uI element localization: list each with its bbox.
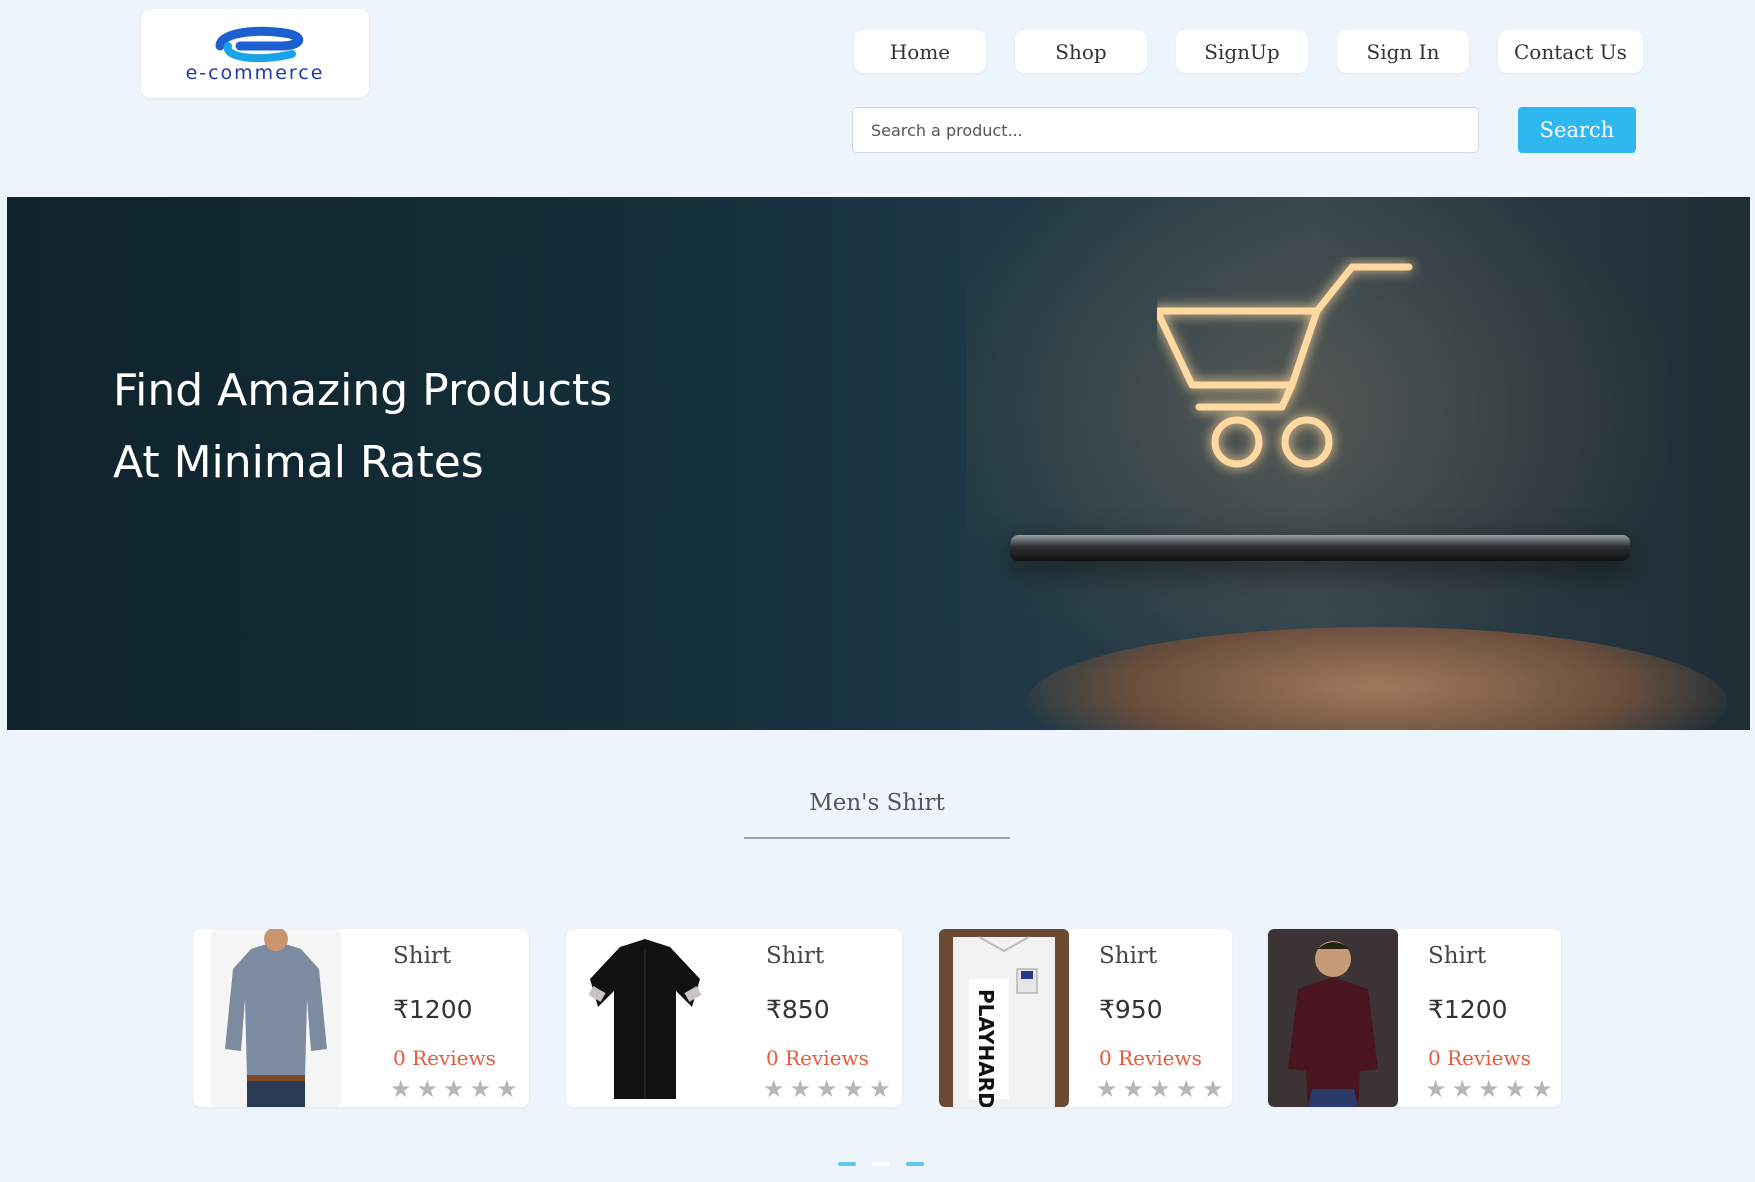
product-name[interactable]: Shirt xyxy=(1428,943,1486,969)
nav-contact-button[interactable]: Contact Us xyxy=(1498,30,1643,73)
hero-headline-line1: Find Amazing Products xyxy=(113,365,613,416)
product-card[interactable]: Shirt ₹1200 0 Reviews ★ ★ ★ ★ ★ xyxy=(1268,929,1561,1107)
section-title: Men's Shirt xyxy=(809,790,945,816)
section-underline xyxy=(744,837,1010,839)
product-image[interactable] xyxy=(1268,929,1398,1107)
hero-headline-line2: At Minimal Rates xyxy=(113,437,484,488)
product-image[interactable] xyxy=(211,929,341,1107)
star-icon: ★ xyxy=(1202,1075,1224,1103)
nav-shop-button[interactable]: Shop xyxy=(1015,30,1147,73)
star-icon: ★ xyxy=(1531,1075,1553,1103)
hero-banner: Find Amazing Products At Minimal Rates xyxy=(7,197,1750,730)
product-card[interactable]: Shirt ₹1200 0 Reviews ★ ★ ★ ★ ★ xyxy=(193,929,529,1107)
rating-stars: ★ ★ ★ ★ ★ xyxy=(1096,1077,1224,1101)
hero-headline: Find Amazing Products At Minimal Rates xyxy=(113,355,612,499)
logo[interactable]: e-commerce xyxy=(141,9,369,98)
main-nav: Home Shop SignUp Sign In Contact Us xyxy=(854,30,1643,73)
product-name[interactable]: Shirt xyxy=(1099,943,1157,969)
logo-mark xyxy=(215,26,304,62)
star-icon: ★ xyxy=(869,1075,891,1103)
svg-text:PLAYHARD: PLAYHARD xyxy=(974,989,998,1107)
product-reviews[interactable]: 0 Reviews xyxy=(1428,1046,1531,1070)
nav-home-button[interactable]: Home xyxy=(854,30,986,73)
carousel-dots xyxy=(838,1162,924,1166)
product-image[interactable] xyxy=(580,929,710,1107)
logo-text: e-commerce xyxy=(185,61,325,84)
star-icon: ★ xyxy=(1425,1075,1447,1103)
product-name[interactable]: Shirt xyxy=(393,943,451,969)
product-price: ₹1200 xyxy=(393,995,473,1024)
carousel-dot-1[interactable] xyxy=(838,1162,856,1166)
star-icon: ★ xyxy=(842,1075,865,1103)
star-icon: ★ xyxy=(1096,1075,1118,1103)
carousel-dot-3[interactable] xyxy=(906,1162,924,1166)
product-price: ₹950 xyxy=(1099,995,1163,1024)
rating-stars: ★ ★ ★ ★ ★ xyxy=(763,1077,891,1101)
product-card[interactable]: PLAYHARD Shirt ₹950 0 Reviews ★ ★ ★ ★ ★ xyxy=(939,929,1232,1107)
star-icon: ★ xyxy=(763,1075,785,1103)
star-icon: ★ xyxy=(789,1075,812,1103)
nav-signup-button[interactable]: SignUp xyxy=(1176,30,1308,73)
star-icon: ★ xyxy=(1451,1075,1474,1103)
product-reviews[interactable]: 0 Reviews xyxy=(393,1046,496,1070)
star-icon: ★ xyxy=(416,1075,439,1103)
star-icon: ★ xyxy=(469,1075,492,1103)
search-input[interactable] xyxy=(852,107,1479,153)
product-name[interactable]: Shirt xyxy=(766,943,824,969)
product-reviews[interactable]: 0 Reviews xyxy=(1099,1046,1202,1070)
product-reviews[interactable]: 0 Reviews xyxy=(766,1046,869,1070)
search-button[interactable]: Search xyxy=(1518,107,1636,153)
star-icon: ★ xyxy=(1478,1075,1500,1103)
star-icon: ★ xyxy=(390,1075,412,1103)
star-icon: ★ xyxy=(443,1075,465,1103)
star-icon: ★ xyxy=(1149,1075,1171,1103)
rating-stars: ★ ★ ★ ★ ★ xyxy=(390,1077,518,1101)
nav-signin-button[interactable]: Sign In xyxy=(1337,30,1469,73)
carousel-dot-2[interactable] xyxy=(872,1162,890,1166)
star-icon: ★ xyxy=(1122,1075,1145,1103)
product-image[interactable]: PLAYHARD xyxy=(939,929,1069,1107)
hero-tablet-image xyxy=(1009,535,1631,561)
product-price: ₹850 xyxy=(766,995,830,1024)
star-icon: ★ xyxy=(816,1075,838,1103)
rating-stars: ★ ★ ★ ★ ★ xyxy=(1425,1077,1553,1101)
star-icon: ★ xyxy=(496,1075,518,1103)
product-card[interactable]: Shirt ₹850 0 Reviews ★ ★ ★ ★ ★ xyxy=(566,929,902,1107)
star-icon: ★ xyxy=(1175,1075,1198,1103)
product-price: ₹1200 xyxy=(1428,995,1508,1024)
shopping-cart-icon xyxy=(1157,263,1413,468)
star-icon: ★ xyxy=(1504,1075,1527,1103)
